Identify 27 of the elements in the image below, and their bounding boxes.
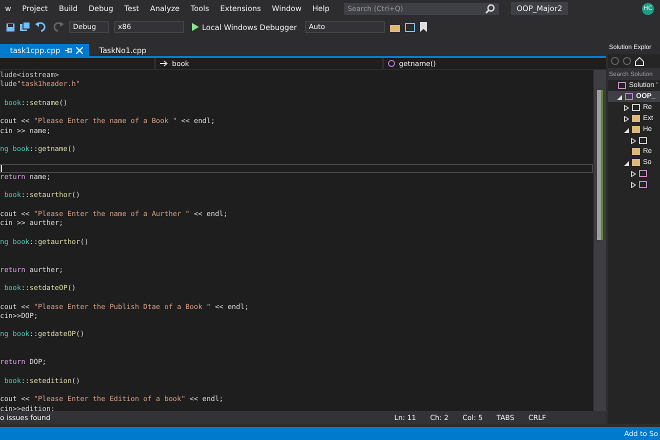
save-icon[interactable]	[6, 22, 15, 32]
undo-icon[interactable]	[35, 22, 47, 32]
arrow-icon	[160, 60, 168, 67]
expanded-arrow-icon[interactable]	[624, 126, 629, 132]
search-icon	[484, 4, 495, 14]
close-icon[interactable]	[76, 46, 84, 54]
back-icon[interactable]	[611, 57, 619, 65]
method-icon	[388, 60, 395, 67]
bookmark-icon[interactable]	[420, 22, 427, 32]
collapsed-arrow-icon[interactable]	[624, 116, 629, 122]
collapsed-arrow-icon[interactable]	[631, 138, 636, 144]
collapsed-arrow-icon[interactable]	[624, 104, 629, 110]
collapsed-arrow-icon[interactable]	[631, 182, 636, 188]
collapsed-arrow-icon[interactable]	[631, 170, 636, 176]
expanded-arrow-icon[interactable]	[624, 160, 629, 166]
file-icon	[639, 137, 647, 144]
folder-icon[interactable]	[390, 22, 400, 32]
play-icon	[192, 23, 199, 31]
redo-icon[interactable]	[52, 22, 64, 32]
home-icon[interactable]	[635, 56, 644, 66]
expanded-arrow-icon[interactable]	[617, 94, 622, 100]
pin-icon[interactable]	[65, 46, 72, 54]
save-all-icon[interactable]	[20, 22, 30, 32]
forward-icon[interactable]	[623, 57, 631, 65]
window-icon[interactable]	[404, 22, 415, 32]
text-cursor	[1, 164, 2, 172]
vertical-scrollbar[interactable]	[593, 70, 606, 411]
